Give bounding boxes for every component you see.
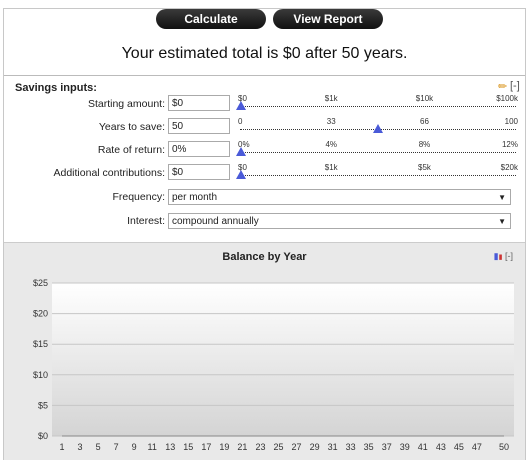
interest-select[interactable]: compound annually ▼: [168, 213, 511, 229]
slider-tick: 0: [238, 117, 243, 126]
interest-label: Interest:: [127, 215, 165, 227]
y-tick-label: $15: [33, 339, 48, 349]
years-to-save-slider[interactable]: 0 33 66 100: [238, 117, 518, 137]
slider-tick: 12%: [501, 140, 518, 149]
x-tick-label: 39: [400, 442, 410, 452]
y-tick-label: $25: [33, 278, 48, 288]
x-tick-label: 45: [454, 442, 464, 452]
slider-handle[interactable]: [236, 170, 246, 179]
x-tick-label: 25: [273, 442, 283, 452]
x-tick-label: 37: [382, 442, 392, 452]
x-tick-label: 33: [346, 442, 356, 452]
x-tick-label: 3: [78, 442, 83, 452]
years-to-save-input[interactable]: 50: [168, 118, 230, 134]
x-tick-label: 11: [148, 442, 157, 452]
x-tick-label: 31: [328, 442, 338, 452]
slider-tick: $1k: [324, 94, 338, 103]
rate-of-return-slider[interactable]: 0% 4% 8% 12%: [236, 140, 518, 160]
calculator-panel: Calculate View Report Your estimated tot…: [3, 8, 526, 460]
x-tick-label: 35: [364, 442, 374, 452]
plot-area: [52, 283, 514, 436]
x-tick-label: 23: [255, 442, 265, 452]
slider-tick: $10k: [415, 94, 434, 103]
x-tick-label: 1: [59, 442, 64, 452]
x-tick-label: 50: [499, 442, 509, 452]
y-tick-label: $20: [33, 309, 48, 319]
rate-of-return-label: Rate of return:: [97, 144, 165, 156]
frequency-value: per month: [172, 192, 218, 203]
x-tick-label: 9: [132, 442, 137, 452]
x-tick-label: 27: [292, 442, 302, 452]
x-tick-label: 19: [219, 442, 229, 452]
slider-tick: 4%: [325, 140, 338, 149]
starting-amount-label: Starting amount:: [87, 98, 165, 110]
collapse-icon[interactable]: [-]: [510, 80, 520, 92]
chart-section: Balance by Year ▮▮ [-] $0 $5 $10 $15 $20 $25 1…: [4, 242, 525, 460]
x-tick-label: 5: [96, 442, 101, 452]
slider-track: [240, 175, 516, 176]
interest-value: compound annually: [172, 216, 259, 227]
starting-amount-input[interactable]: $0: [168, 95, 230, 111]
slider-track: [240, 106, 516, 107]
dropdown-arrow-icon: ▼: [498, 217, 506, 226]
additional-contributions-input[interactable]: $0: [168, 164, 230, 180]
slider-handle[interactable]: [236, 101, 246, 110]
slider-tick: 33: [326, 117, 336, 126]
slider-tick: $1k: [324, 163, 338, 172]
slider-handle[interactable]: [236, 147, 246, 156]
frequency-label: Frequency:: [112, 191, 165, 203]
result-text: Your estimated total is $0 after 50 year…: [121, 45, 408, 62]
x-tick-label: 17: [201, 442, 211, 452]
pencil-icon[interactable]: ✏: [498, 80, 507, 93]
additional-contributions-slider[interactable]: $0 $1k $5k $20k: [236, 163, 518, 183]
starting-amount-slider[interactable]: $0 $1k $10k $100k: [236, 94, 518, 114]
x-tick-label: 29: [310, 442, 320, 452]
slider-tick: 100: [504, 117, 518, 126]
slider-tick: 66: [420, 117, 429, 126]
years-to-save-label: Years to save:: [98, 121, 165, 133]
rate-of-return-input[interactable]: 0%: [168, 141, 230, 157]
slider-tick: $20k: [500, 163, 518, 172]
x-tick-label: 7: [114, 442, 119, 452]
slider-tick: $100k: [496, 94, 518, 103]
x-tick-label: 47: [472, 442, 482, 452]
x-tick-label: 15: [183, 442, 193, 452]
x-tick-label: 43: [436, 442, 446, 452]
view-report-button[interactable]: View Report: [273, 9, 383, 29]
slider-track: [240, 152, 516, 153]
y-tick-label: $0: [38, 431, 48, 441]
additional-contributions-label: Additional contributions:: [53, 167, 166, 179]
frequency-select[interactable]: per month ▼: [168, 189, 511, 205]
x-tick-label: 21: [237, 442, 247, 452]
divider: [4, 75, 525, 76]
slider-handle[interactable]: [373, 124, 383, 133]
section-title: Savings inputs:: [15, 82, 97, 94]
calculate-button[interactable]: Calculate: [156, 9, 266, 29]
balance-chart: $0$5$10$15$20$251 3 5 7 9 11 13 15 17 19 21 23 25 27 2…: [33, 278, 514, 452]
slider-tick: $5k: [418, 163, 431, 172]
y-tick-label: $5: [38, 400, 48, 410]
x-tick-label: 13: [165, 442, 175, 452]
dropdown-arrow-icon: ▼: [498, 193, 506, 202]
x-tick-label: 41: [418, 442, 428, 452]
slider-tick: 8%: [418, 140, 431, 149]
y-tick-label: $10: [33, 370, 48, 380]
